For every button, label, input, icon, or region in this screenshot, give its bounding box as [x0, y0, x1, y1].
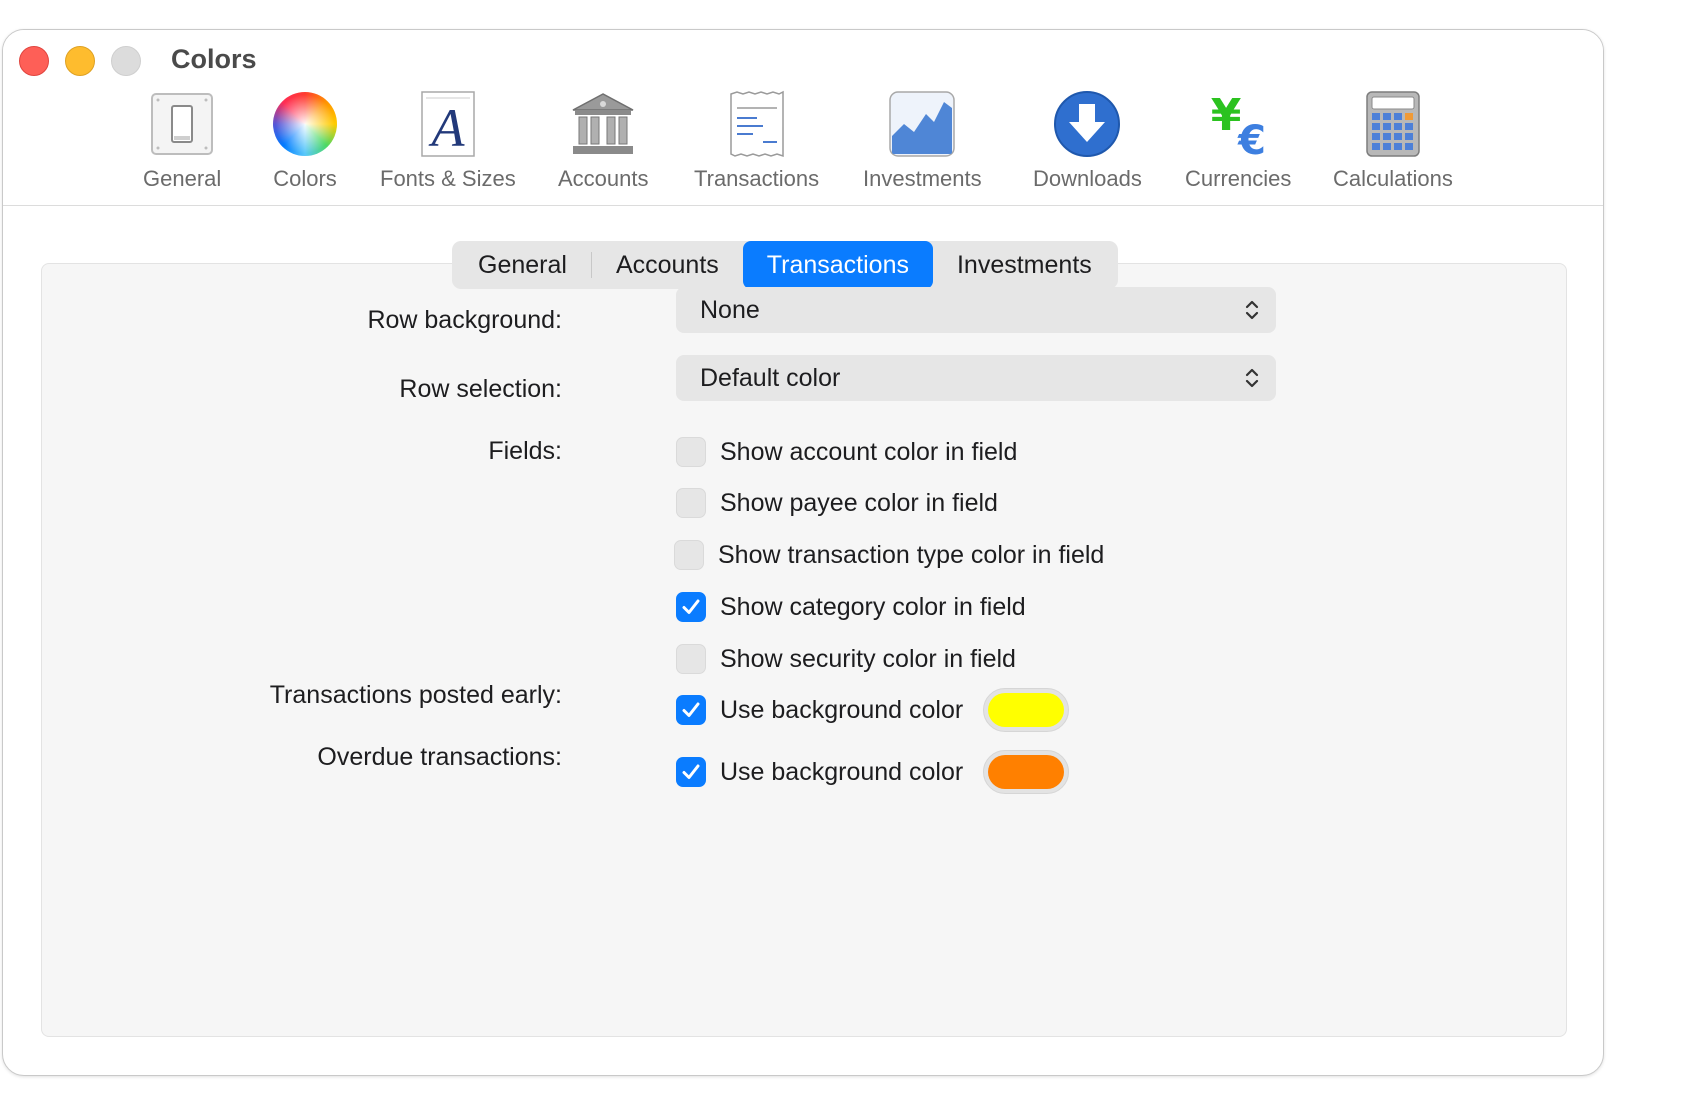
payee-color-checkbox[interactable] [676, 488, 706, 518]
toolbar-item-transactions[interactable]: Transactions [694, 90, 819, 200]
toolbar-label: General [143, 166, 222, 191]
checkbox-label: Show account color in field [720, 437, 1018, 466]
checkbox-label: Use background color [720, 757, 964, 786]
security-color-checkbox[interactable] [676, 644, 706, 674]
currency-icon: ¥ € [1204, 90, 1272, 164]
overdue-checkbox[interactable] [676, 757, 706, 787]
toolbar-item-currencies[interactable]: ¥ € Currencies [1185, 90, 1291, 200]
checkbox-label: Show security color in field [720, 644, 1016, 673]
checkbox-row: Show account color in field [676, 435, 1017, 469]
color-wheel-icon [271, 90, 339, 158]
toolbar-item-fonts[interactable]: A Fonts & Sizes [380, 90, 516, 200]
switch-icon [148, 90, 216, 158]
checkbox-label: Show category color in field [720, 592, 1026, 621]
fields-label: Fields: [488, 437, 562, 465]
checkbox-label: Show payee color in field [720, 488, 998, 517]
toolbar-label: Calculations [1333, 166, 1453, 191]
row-background-popup[interactable]: None [676, 287, 1276, 333]
posted-early-label: Transactions posted early: [269, 681, 562, 709]
tab-accounts[interactable]: Accounts [592, 241, 743, 289]
overdue-color-well[interactable] [983, 750, 1070, 794]
calculator-icon [1359, 90, 1427, 158]
checkmark-icon [682, 764, 700, 779]
toolbar-item-calculations[interactable]: Calculations [1333, 90, 1453, 200]
toolbar-label: Downloads [1033, 166, 1142, 191]
toolbar-label: Accounts [558, 166, 649, 191]
row-selection-value: Default color [700, 363, 841, 392]
toolbar-label: Fonts & Sizes [380, 166, 516, 191]
tab-investments[interactable]: Investments [933, 241, 1116, 289]
account-color-checkbox[interactable] [676, 437, 706, 467]
color-swatch [988, 755, 1065, 789]
checkbox-row: Use background color [676, 750, 1070, 794]
minimize-button[interactable] [65, 46, 95, 76]
color-swatch [988, 693, 1065, 727]
posted-early-checkbox[interactable] [676, 695, 706, 725]
checkmark-icon [682, 702, 700, 717]
category-color-checkbox[interactable] [676, 592, 706, 622]
toolbar-item-colors[interactable]: Colors [271, 90, 339, 200]
close-button[interactable] [19, 46, 49, 76]
svg-text:¥: ¥ [1211, 90, 1242, 141]
svg-text:€: € [1237, 118, 1266, 158]
receipt-icon [723, 90, 791, 158]
transaction-type-color-checkbox[interactable] [674, 540, 704, 570]
font-icon: A [414, 90, 482, 158]
download-icon [1053, 90, 1121, 158]
toolbar-item-downloads[interactable]: Downloads [1033, 90, 1142, 200]
checkmark-icon [682, 599, 700, 614]
checkbox-row: Use background color [676, 688, 1070, 732]
chevron-updown-icon [1245, 300, 1259, 320]
checkbox-row: Show category color in field [676, 590, 1026, 624]
row-background-label: Row background: [367, 306, 562, 334]
tab-bar: General Accounts Transactions Investment… [452, 241, 1118, 289]
tab-general[interactable]: General [454, 241, 591, 289]
toolbar-label: Transactions [694, 166, 820, 191]
checkbox-row: Show payee color in field [676, 486, 998, 520]
posted-early-color-well[interactable] [983, 688, 1070, 732]
toolbar-item-general[interactable]: General [143, 90, 221, 200]
row-selection-label: Row selection: [399, 375, 562, 403]
toolbar-label: Currencies [1185, 166, 1292, 191]
overdue-label: Overdue transactions: [317, 743, 562, 771]
checkbox-label: Use background color [720, 695, 964, 724]
chevron-updown-icon [1245, 368, 1259, 388]
checkbox-label: Show transaction type color in field [718, 540, 1105, 569]
chart-icon [888, 90, 956, 158]
window-title: Colors [171, 44, 257, 74]
toolbar-item-accounts[interactable]: Accounts [558, 90, 649, 200]
tab-transactions[interactable]: Transactions [742, 241, 933, 289]
row-selection-popup[interactable]: Default color [676, 355, 1276, 401]
toolbar-item-investments[interactable]: Investments [863, 90, 982, 200]
zoom-button[interactable] [111, 46, 141, 76]
checkbox-row: Show security color in field [676, 642, 1016, 676]
toolbar-label: Colors [273, 166, 337, 191]
bank-icon [569, 90, 637, 158]
row-background-value: None [700, 295, 760, 324]
checkbox-row: Show transaction type color in field [674, 538, 1104, 572]
preferences-window: Colors General Colors A Fonts & Sizes Ac… [2, 29, 1604, 1076]
title-bar: Colors General Colors A Fonts & Sizes Ac… [3, 30, 1603, 206]
toolbar-label: Investments [863, 166, 982, 191]
svg-text:A: A [428, 98, 465, 158]
